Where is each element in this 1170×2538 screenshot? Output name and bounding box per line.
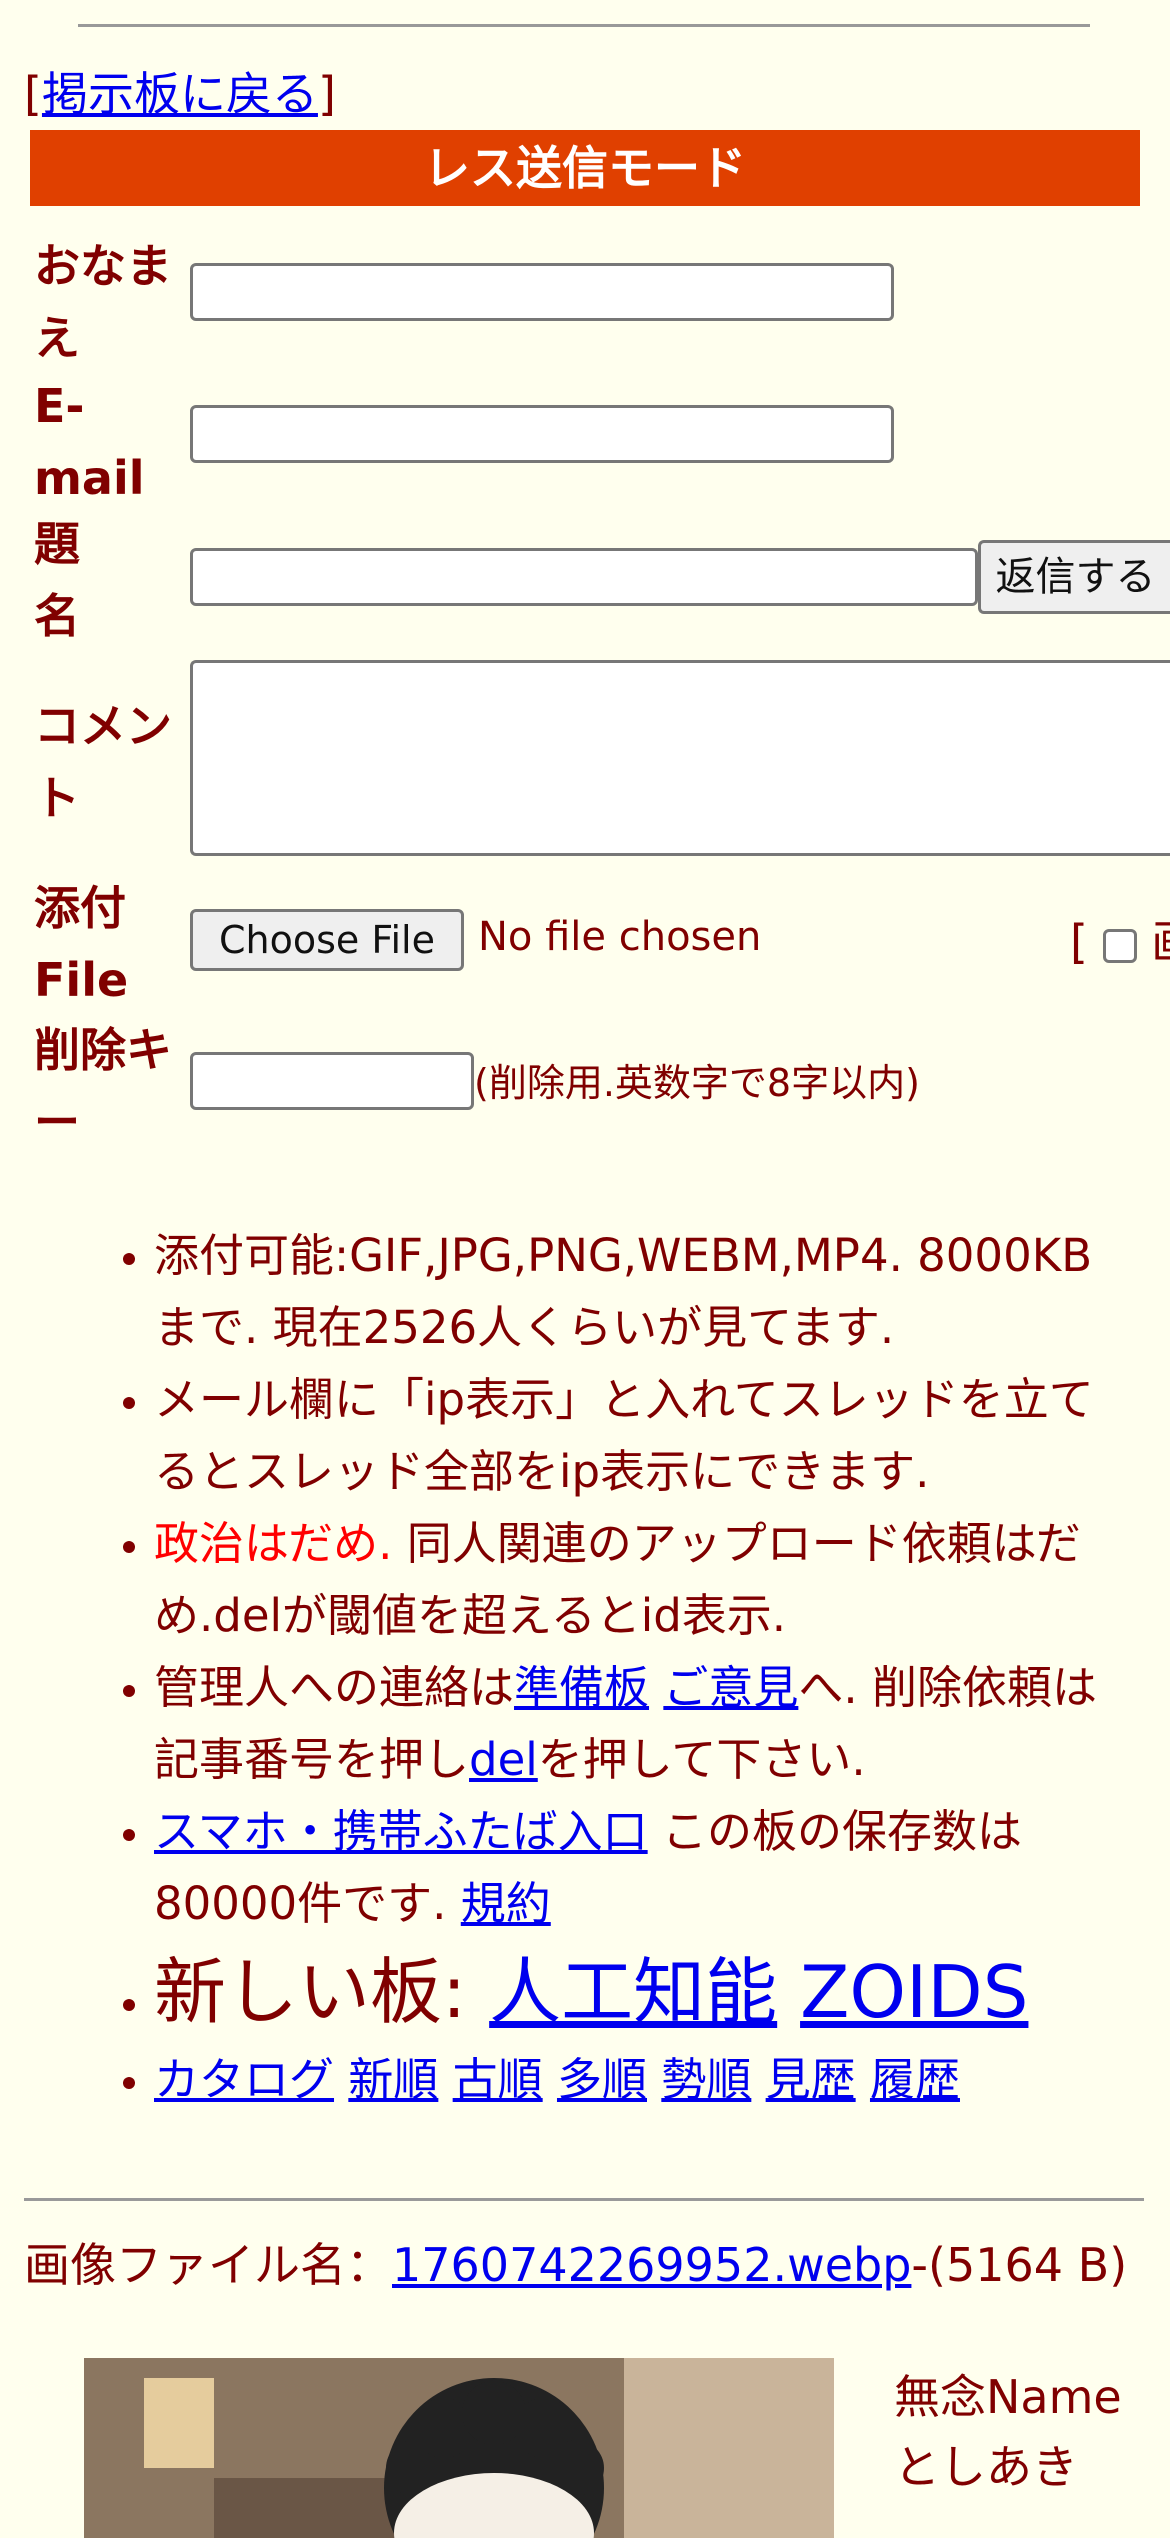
file-info-prefix: 画像ファイル名： bbox=[24, 2238, 392, 2292]
file-status-text: No file chosen bbox=[478, 914, 762, 960]
post-name-label: 無念Name bbox=[894, 2370, 1122, 2424]
email-label: E-mail bbox=[34, 379, 145, 505]
sort-momentum-link[interactable]: 勢順 bbox=[661, 2053, 751, 2106]
name-label: おなまえ bbox=[34, 239, 172, 365]
subject-input[interactable] bbox=[190, 548, 978, 606]
sort-old-link[interactable]: 古順 bbox=[453, 2053, 543, 2106]
rule-mobile: スマホ・携帯ふたば入口 この板の保存数は80000件です. 規約 bbox=[154, 1796, 1134, 1940]
post-thumbnail-image[interactable] bbox=[84, 2358, 834, 2538]
section-divider bbox=[24, 2198, 1144, 2201]
feedback-link[interactable]: ご意見 bbox=[663, 1661, 798, 1714]
rule-attachments-text: 添付可能:GIF,JPG,PNG,WEBM,MP4. 8000KBまで. 現在2… bbox=[154, 1229, 1093, 1354]
file-size: -(5164 B) bbox=[911, 2238, 1128, 2292]
rule-contact-text-c: を押して下さい. bbox=[537, 1733, 866, 1786]
comment-label: コメント bbox=[34, 699, 172, 825]
rule-sort-links: カタログ 新順 古順 多順 勢順 見歴 履歴 bbox=[154, 2044, 1134, 2116]
rule-attachments: 添付可能:GIF,JPG,PNG,WEBM,MP4. 8000KBまで. 現在2… bbox=[154, 1220, 1134, 1364]
rule-politics-warning: 政治はだめ. bbox=[154, 1517, 393, 1570]
reply-mode-header: レス送信モード bbox=[30, 130, 1140, 206]
image-only-checkbox-group: [ 画 bbox=[1070, 906, 1170, 972]
back-to-board-link[interactable]: 掲示板に戻る bbox=[42, 67, 318, 121]
image-only-checkbox[interactable] bbox=[1102, 928, 1137, 963]
top-divider bbox=[78, 24, 1090, 27]
catalog-link[interactable]: カタログ bbox=[154, 2053, 334, 2106]
delete-key-input[interactable] bbox=[190, 1052, 474, 1110]
bracket-close: ] bbox=[317, 67, 336, 121]
post-poster-name: としあき bbox=[894, 2440, 1078, 2494]
post-image-link[interactable]: 1760742269952.webp bbox=[392, 2238, 911, 2292]
terms-link[interactable]: 規約 bbox=[461, 1877, 551, 1930]
ai-board-link[interactable]: 人工知能 bbox=[489, 1950, 777, 2034]
rule-ip-display: メール欄に「ip表示」と入れてスレッドを立てるとスレッド全部をip表示にできます… bbox=[154, 1364, 1134, 1508]
checkbox-bracket: [ bbox=[1070, 915, 1088, 969]
subject-label: 題名 bbox=[34, 517, 80, 643]
rule-contact: 管理人への連絡は準備板 ご意見へ. 削除依頼は記事番号を押しdelを押して下さい… bbox=[154, 1652, 1134, 1796]
post-file-info: 画像ファイル名：1760742269952.webp-(5164 B) bbox=[24, 2234, 1154, 2296]
sort-new-link[interactable]: 新順 bbox=[348, 2053, 438, 2106]
prep-board-link[interactable]: 準備板 bbox=[514, 1661, 649, 1714]
file-label: 添付File bbox=[34, 881, 129, 1007]
email-input[interactable] bbox=[190, 405, 894, 463]
thumbnail-illustration bbox=[84, 2358, 834, 2538]
rule-ip-display-text: メール欄に「ip表示」と入れてスレッドを立てるとスレッド全部をip表示にできます… bbox=[154, 1373, 1094, 1498]
mobile-entry-link[interactable]: スマホ・携帯ふたば入口 bbox=[154, 1805, 648, 1858]
checkbox-label: 画 bbox=[1151, 915, 1170, 969]
name-input[interactable] bbox=[190, 263, 894, 321]
viewed-history-link[interactable]: 見歴 bbox=[766, 2053, 856, 2106]
del-link[interactable]: del bbox=[469, 1733, 538, 1786]
sort-many-link[interactable]: 多順 bbox=[557, 2053, 647, 2106]
rule-contact-text-a: 管理人への連絡は bbox=[154, 1661, 515, 1714]
bracket-open: [ bbox=[24, 67, 42, 121]
post-name-info: 無念Name としあき bbox=[894, 2362, 1122, 2502]
zoids-board-link[interactable]: ZOIDS bbox=[800, 1950, 1028, 2034]
delete-key-note: (削除用.英数字で8字以内) bbox=[474, 1061, 920, 1105]
reply-submit-button[interactable]: 返信する bbox=[978, 540, 1170, 614]
back-nav: [掲示板に戻る] bbox=[24, 58, 336, 124]
choose-file-button[interactable]: Choose File bbox=[190, 909, 464, 971]
rule-politics: 政治はだめ. 同人関連のアップロード依頼はだめ.delが閾値を超えるとid表示. bbox=[154, 1508, 1134, 1652]
board-rules-list: 添付可能:GIF,JPG,PNG,WEBM,MP4. 8000KBまで. 現在2… bbox=[0, 1220, 1134, 2116]
post-history-link[interactable]: 履歴 bbox=[870, 2053, 960, 2106]
comment-textarea[interactable] bbox=[190, 660, 1170, 856]
new-boards-text: 新しい板: bbox=[154, 1950, 490, 2034]
delete-key-label: 削除キー bbox=[34, 1023, 172, 1149]
rule-new-boards: 新しい板: 人工知能 ZOIDS bbox=[154, 1940, 1134, 2044]
